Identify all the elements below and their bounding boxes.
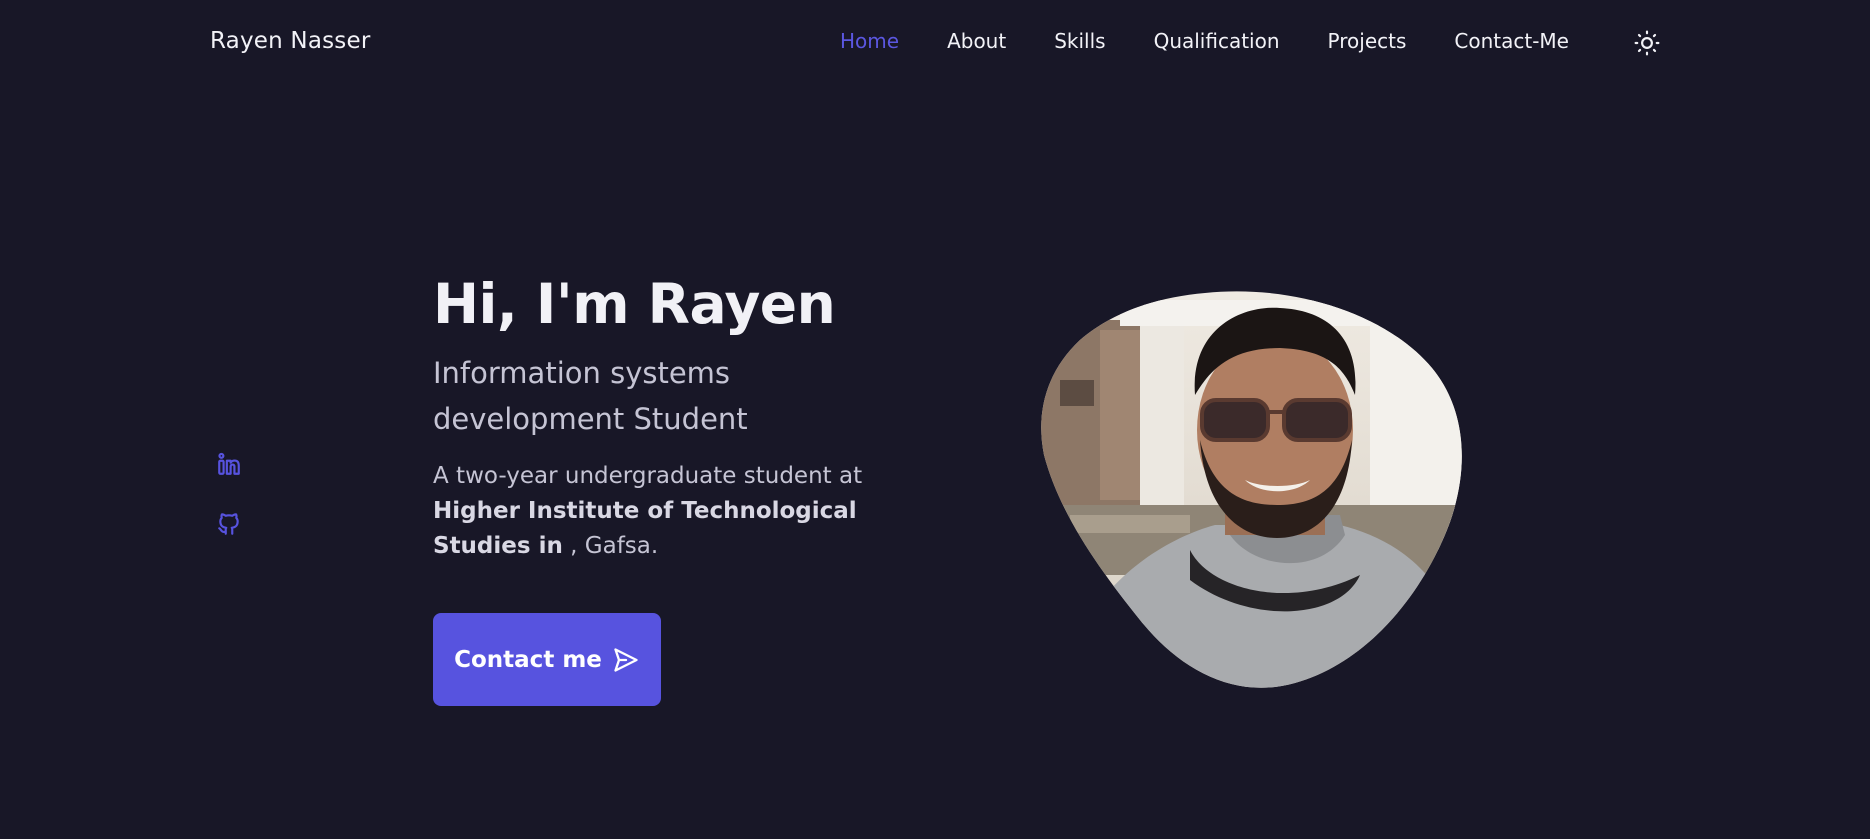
hero-description: A two-year undergraduate student at High… <box>433 459 953 564</box>
theme-toggle-button[interactable] <box>1634 30 1660 56</box>
hero-title: Hi, I'm Rayen <box>433 272 836 336</box>
site-header: Rayen Nasser Home About Skills Qualifica… <box>0 0 1870 90</box>
description-suffix: , Gafsa. <box>570 533 659 559</box>
nav-link-qualification[interactable]: Qualification <box>1154 29 1280 53</box>
profile-photo <box>1040 290 1470 690</box>
nav-link-home[interactable]: Home <box>840 29 899 53</box>
github-icon <box>218 513 239 535</box>
site-logo[interactable]: Rayen Nasser <box>210 28 371 54</box>
nav-link-projects[interactable]: Projects <box>1328 29 1407 53</box>
contact-me-button[interactable]: Contact me <box>433 613 661 706</box>
hero-subtitle: Information systems development Student <box>433 356 748 436</box>
linkedin-icon <box>218 452 240 475</box>
send-icon <box>614 647 638 672</box>
linkedin-link[interactable] <box>216 451 242 477</box>
nav-link-about[interactable]: About <box>947 29 1006 53</box>
main-nav: Home About Skills Qualification Projects… <box>840 29 1617 53</box>
sun-icon <box>1634 30 1660 56</box>
nav-link-contact-me[interactable]: Contact-Me <box>1454 29 1569 53</box>
nav-link-skills[interactable]: Skills <box>1054 29 1105 53</box>
contact-me-label: Contact me <box>454 646 602 673</box>
github-link[interactable] <box>216 511 242 537</box>
description-prefix: A two-year undergraduate student at <box>433 463 863 489</box>
